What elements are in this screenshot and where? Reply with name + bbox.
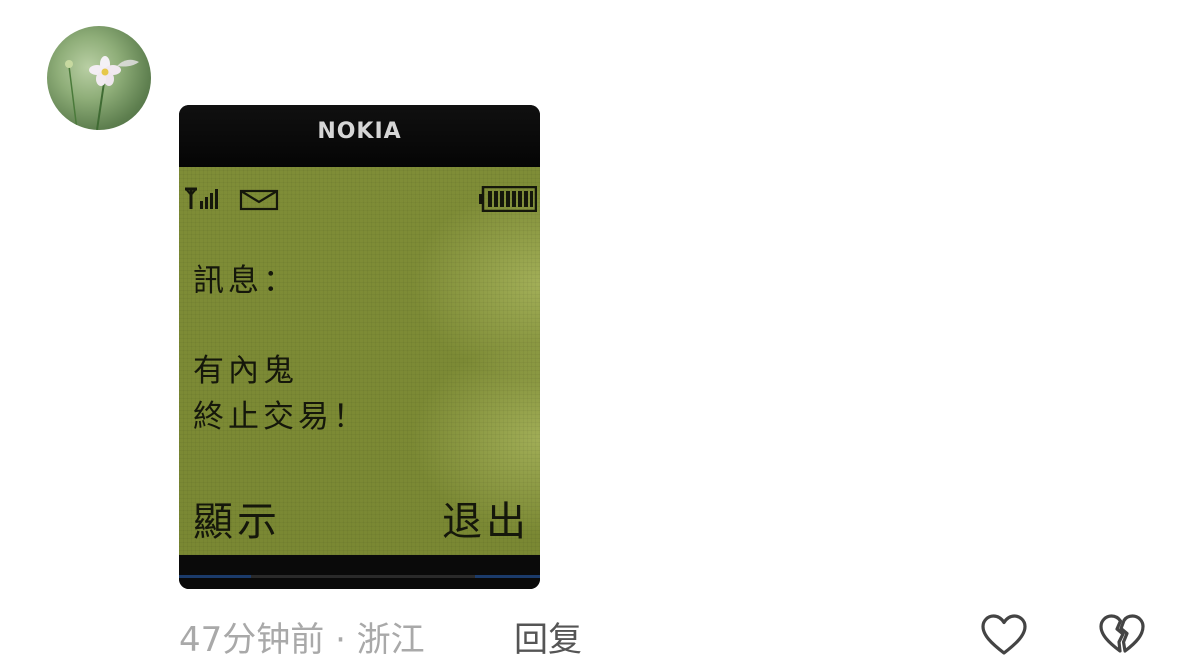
softkey-exit: 退出 [442, 499, 530, 545]
signal-icon [185, 187, 218, 209]
comment-time-location: 47分钟前 · 浙江 [179, 620, 425, 660]
comment-item: NOKIA 訊息： 有內鬼 終止交易！ 顯示 退出 47分钟前 · 浙江 回复 [0, 0, 1200, 672]
phone-screen: 訊息： 有內鬼 終止交易！ 顯示 退出 [179, 167, 540, 555]
phone-brand: NOKIA [317, 119, 402, 144]
phone-bottom-bezel [179, 555, 540, 589]
user-avatar[interactable] [47, 26, 151, 130]
message-label: 訊息： [193, 263, 298, 299]
flower-avatar-icon [65, 56, 139, 130]
heart-outline-icon[interactable] [981, 614, 1027, 656]
phone-keypad-edge [179, 575, 540, 578]
broken-heart-icon[interactable] [1099, 614, 1145, 656]
nokia-meme-image[interactable]: NOKIA 訊息： 有內鬼 終止交易！ 顯示 退出 [179, 105, 540, 589]
phone-top-bezel: NOKIA [179, 105, 540, 167]
message-line-2: 終止交易！ [193, 399, 368, 435]
status-icons [185, 187, 279, 211]
envelope-icon [239, 189, 279, 211]
message-line-1: 有內鬼 [193, 353, 298, 389]
battery-icon [479, 186, 537, 212]
softkey-show: 顯示 [193, 499, 281, 545]
reply-button[interactable]: 回复 [514, 612, 582, 661]
